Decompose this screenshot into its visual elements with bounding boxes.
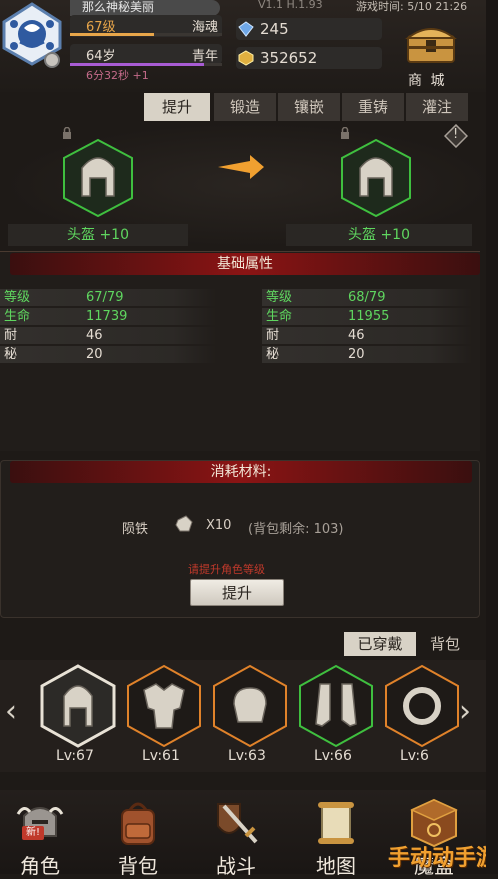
material-name: 陨铁 [122,522,149,537]
material-remaining: (背包剩余: 103) [248,522,344,537]
tab-infuse[interactable]: 灌注 [406,93,468,121]
next-helmet-slot[interactable] [340,138,412,218]
next-item-name: 头盔 +10 [286,224,472,246]
attribute-value: 68/79 [348,290,386,305]
nav-character-label: 角色 [20,854,60,878]
gem-counter: 245 [236,18,382,40]
equipped-item-slot[interactable] [126,664,202,748]
attribute-row-current: 秘 20 [0,346,216,363]
age-timer: 6分32秒 +1 [86,69,149,82]
attribute-label: 生命 [4,309,31,324]
materials-title: 消耗材料: [10,461,472,483]
item-level: Lv:6 [400,748,429,764]
diamond-icon [238,21,254,37]
treasure-chest-icon[interactable] [404,20,458,64]
level-progress-bar [70,33,222,36]
gold-count: 352652 [260,49,318,67]
nav-backpack-label: 背包 [118,854,158,878]
knight-helmet-icon [16,807,64,837]
nav-battle-label: 战斗 [216,854,256,878]
version-text: V1.1 H.1.93 [258,0,323,11]
sword-shield-icon [217,803,258,844]
attribute-row-next: 秘 20 [262,346,472,363]
attribute-value: 67/79 [86,290,124,305]
nav-backpack[interactable]: 背包 [90,790,186,878]
avatar-settings-badge[interactable] [44,52,60,68]
scroll-map-icon [318,802,354,844]
attributes-title: 基础属性 [10,253,480,275]
player-name: 那么神秘美丽 [70,0,220,16]
new-badge: 新! [22,826,44,840]
game-time: 游戏时间: 5/10 21:26 [356,0,468,13]
item-level: Lv:66 [314,748,352,764]
attribute-label: 秘 [266,347,280,362]
current-helmet-slot[interactable] [62,138,134,218]
item-level: Lv:61 [142,748,180,764]
upgrade-button[interactable]: 提升 [190,579,284,606]
meteor-iron-icon [175,515,193,532]
nav-battle[interactable]: 战斗 [188,790,284,878]
attribute-row-next: 等级 68/79 [262,289,472,306]
tab-inlay[interactable]: 镶嵌 [278,93,340,121]
tab-bag[interactable]: 背包 [420,632,470,656]
gold-icon [238,50,254,66]
gauntlet-icon [213,664,287,748]
equipped-item-slot[interactable] [298,664,374,748]
attribute-row-current: 等级 67/79 [0,289,216,306]
level-progress-fill [70,33,154,36]
material-quantity: X10 [206,518,232,533]
tab-upgrade[interactable]: 提升 [144,93,210,121]
attribute-label: 生命 [266,309,293,324]
attribute-value: 46 [86,328,103,343]
attribute-value: 11955 [348,309,390,324]
tab-recast[interactable]: 重铸 [342,93,404,121]
attribute-row-current: 耐 46 [0,327,216,344]
boots-icon [299,664,373,748]
backpack-icon [121,802,155,845]
nav-map[interactable]: 地图 [288,790,384,878]
attribute-value: 46 [348,328,365,343]
warning-icon[interactable]: ! [443,123,469,149]
equipped-item-slot[interactable] [40,664,116,748]
attribute-label: 秘 [4,347,18,362]
age-box: 64岁 青年 [70,44,222,64]
attribute-row-next: 耐 46 [262,327,472,344]
shop-label[interactable]: 商 城 [408,70,446,90]
attribute-value: 20 [86,347,103,362]
helmet-icon [40,664,116,748]
equipped-item-slot[interactable] [384,664,460,748]
attribute-value: 11739 [86,309,128,324]
attribute-row-next: 生命 11955 [262,308,472,325]
watermark: 手动动手游 [388,846,498,871]
tab-equipped[interactable]: 已穿戴 [344,632,416,656]
age-progress-fill [70,63,204,66]
age-title: 青年 [191,49,218,64]
attribute-label: 等级 [4,290,31,305]
current-item-name: 头盔 +10 [8,224,188,246]
upgrade-arrow-icon [218,155,264,179]
gold-counter: 352652 [236,47,382,69]
attribute-label: 等级 [266,290,293,305]
nav-character[interactable]: 角色 [0,790,88,878]
nav-map-label: 地图 [316,854,356,878]
attribute-value: 20 [348,347,365,362]
gem-count: 245 [260,20,289,38]
tab-forge[interactable]: 锻造 [214,93,276,121]
item-level: Lv:63 [228,748,266,764]
age-text: 64岁 [86,49,116,64]
attribute-label: 耐 [4,328,18,343]
attribute-row-current: 生命 11739 [0,308,216,325]
warning-mark: ! [453,127,459,142]
attribute-label: 耐 [266,328,280,343]
armor-icon [127,664,201,748]
scroll-left-arrow[interactable]: ‹ [0,692,22,732]
equipped-item-slot[interactable] [212,664,288,748]
right-edge-strip [486,0,498,874]
age-progress-bar [70,63,222,66]
ring-icon [385,664,459,748]
upgrade-hint: 请提升角色等级 [188,563,265,576]
item-level: Lv:67 [56,748,94,764]
